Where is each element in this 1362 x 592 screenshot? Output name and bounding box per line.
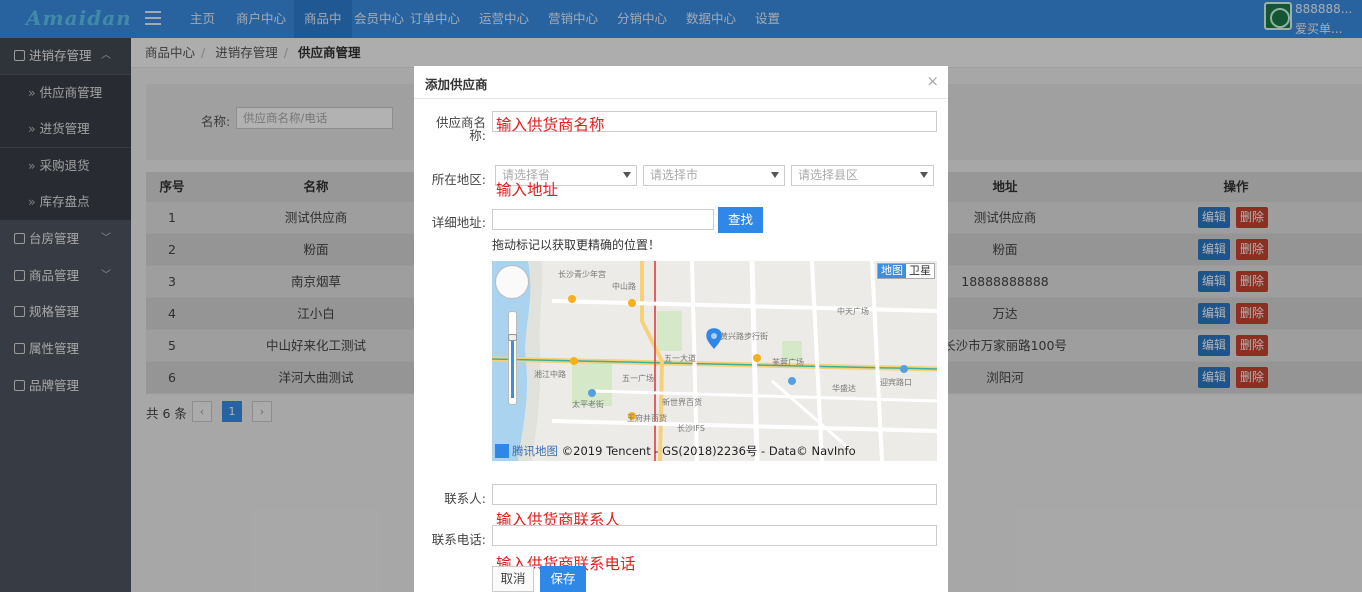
map-label: 长沙青少年宫 <box>558 270 606 279</box>
map-label: 中天广场 <box>837 307 869 316</box>
map-label: 芙蓉广场 <box>772 358 804 367</box>
tencent-map-logo-icon <box>495 444 509 458</box>
phone-input[interactable] <box>492 525 937 546</box>
map-type-map[interactable]: 地图 <box>878 264 906 278</box>
district-select[interactable]: 请选择县区 <box>791 165 934 186</box>
map-copyright: 腾讯地图 ©2019 Tencent - GS(2018)2236号 - Dat… <box>495 443 856 459</box>
dialog-title: 添加供应商 <box>425 77 488 92</box>
dialog-header: 添加供应商 × <box>414 66 948 99</box>
map-label: 黄兴路步行街 <box>720 332 768 341</box>
map-label: 太平老街 <box>572 400 604 409</box>
find-button[interactable]: 查找 <box>718 207 763 233</box>
zoom-slider[interactable] <box>508 311 517 405</box>
caret-down-icon <box>771 172 779 178</box>
map-view[interactable]: 长沙青少年宫 中山路 五一广场 五一大道 中天广场 芙蓉广场 湘江中路 太平老街… <box>492 261 937 461</box>
map-label: 湘江中路 <box>534 370 566 379</box>
supplier-name-hint: 输入供货商名称 <box>496 116 605 134</box>
map-label: 五一大道 <box>664 354 696 363</box>
pan-icon[interactable] <box>495 265 529 299</box>
drag-tip: 拖动标记以获取更精确的位置！ <box>492 238 661 252</box>
map-label: 王府井百货 <box>627 414 667 423</box>
region-hint: 输入地址 <box>496 181 559 199</box>
map-label: 五一广场 <box>622 374 654 383</box>
map-zoom-control[interactable] <box>495 265 529 407</box>
region-label: 所在地区: <box>431 172 486 187</box>
contact-input[interactable] <box>492 484 937 505</box>
city-select[interactable]: 请选择市 <box>643 165 785 186</box>
phone-label: 联系电话: <box>431 532 486 547</box>
close-icon[interactable]: × <box>926 72 939 90</box>
contact-label: 联系人: <box>444 491 486 506</box>
map-type-satellite[interactable]: 卫星 <box>906 264 934 278</box>
map-label: 长沙IFS <box>677 424 705 433</box>
map-label: 中山路 <box>612 282 636 291</box>
save-button[interactable]: 保存 <box>540 566 586 592</box>
map-type-toggle[interactable]: 地图 卫星 <box>877 263 935 279</box>
add-supplier-dialog: 添加供应商 × 供应商名称: 输入供货商名称 所在地区: 请选择省 请选择市 请… <box>414 66 948 592</box>
address-input[interactable] <box>492 209 714 230</box>
caret-down-icon <box>920 172 928 178</box>
map-label: 华盛达 <box>832 384 856 393</box>
cancel-button[interactable]: 取消 <box>492 566 534 592</box>
address-label: 详细地址: <box>431 215 486 230</box>
map-label: 迎宾路口 <box>880 378 912 387</box>
zoom-handle[interactable] <box>508 334 517 341</box>
map-canvas[interactable] <box>492 261 937 461</box>
map-label: 新世界百货 <box>662 398 702 407</box>
supplier-name-label: 供应商名称: <box>435 115 486 143</box>
caret-down-icon <box>623 172 631 178</box>
